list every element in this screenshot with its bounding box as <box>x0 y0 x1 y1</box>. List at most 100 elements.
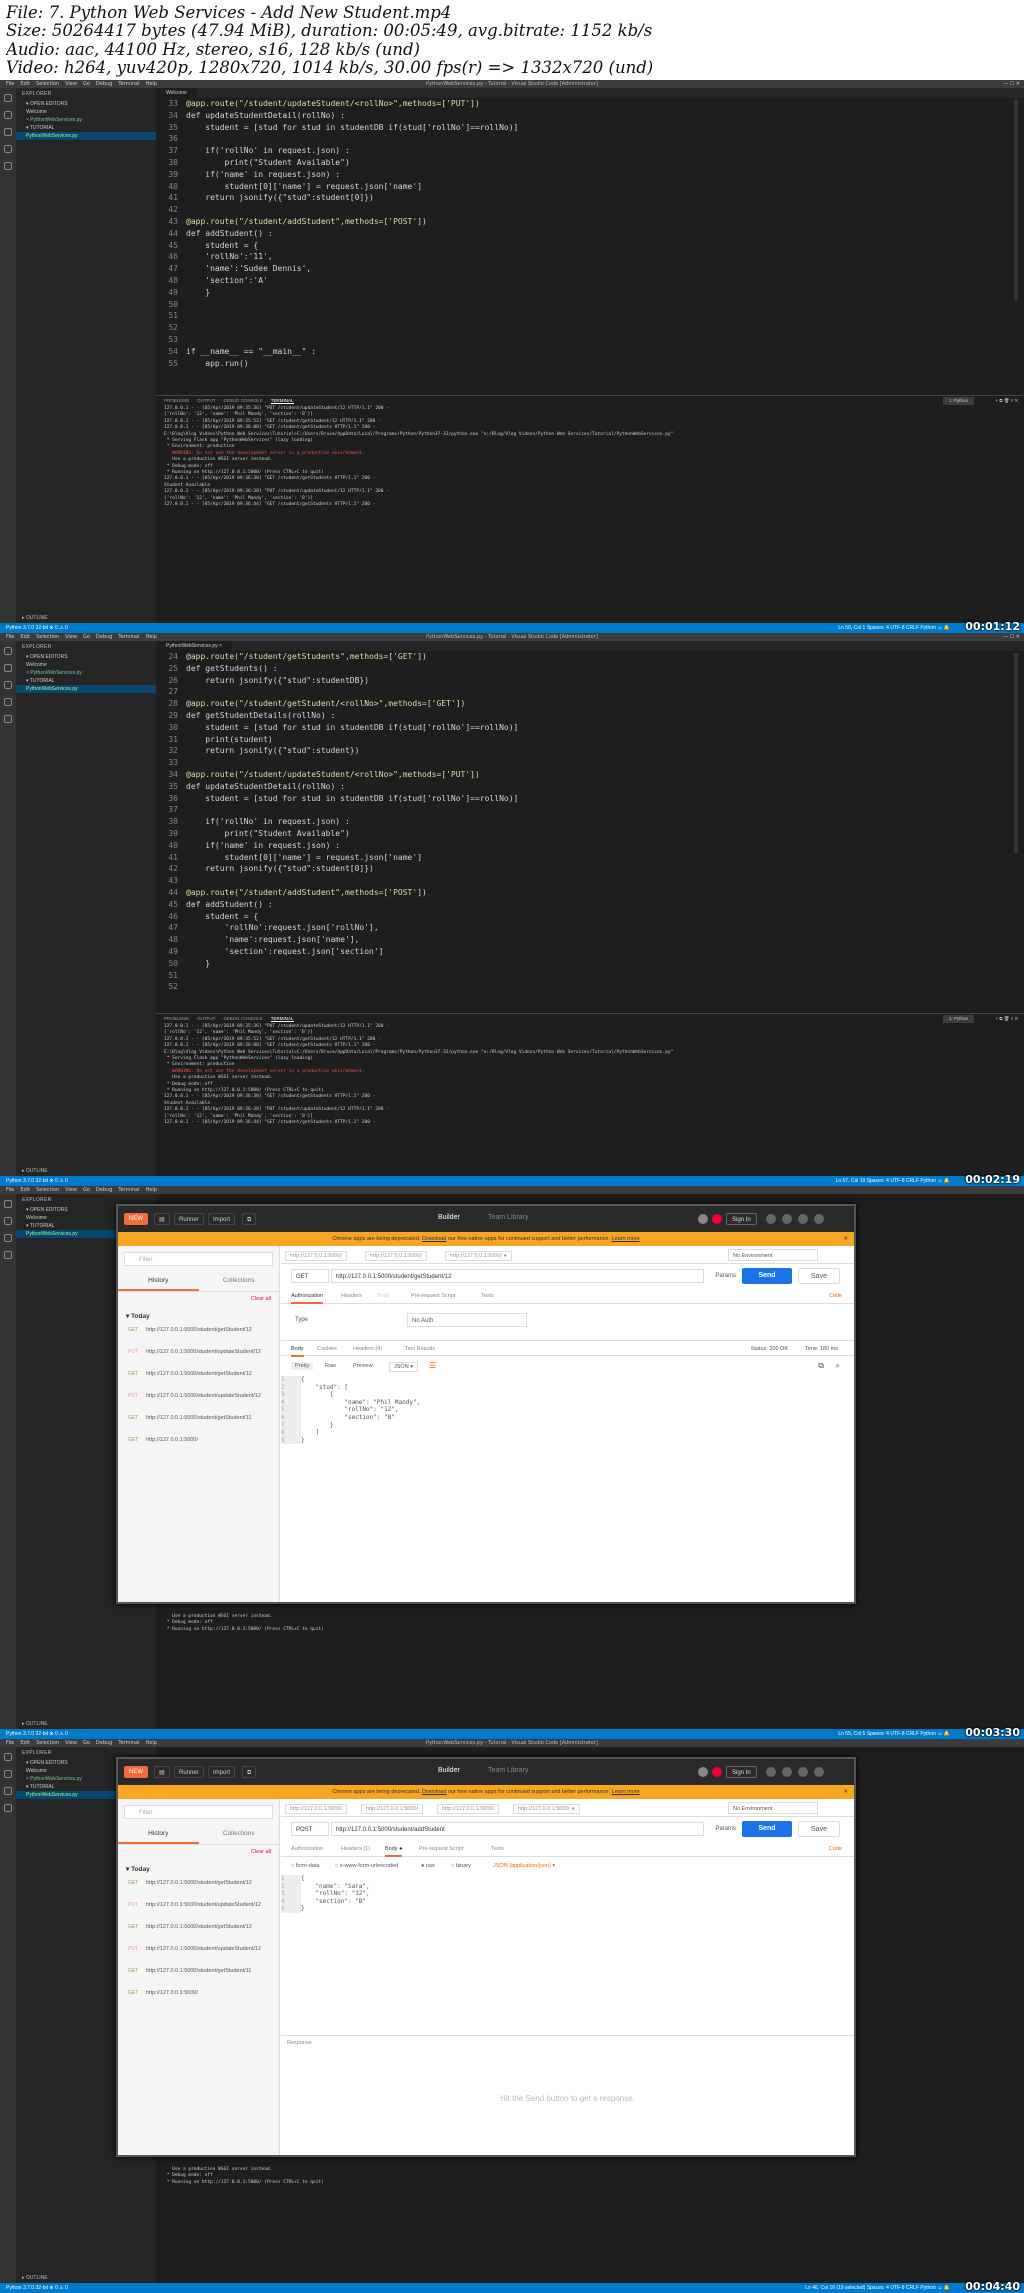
method-select[interactable]: GET <box>291 1269 329 1283</box>
code-line[interactable]: 48 'section':'A' <box>156 275 1024 287</box>
status-left[interactable]: Python 3.7.0 32-bit ⊗ 0 ⚠ 0 <box>6 2283 68 2293</box>
menu-go[interactable]: Go <box>83 81 90 87</box>
tab-pre-request[interactable]: Pre-request Script <box>419 1846 463 1852</box>
menu-file[interactable]: File <box>6 634 14 640</box>
code-line[interactable]: 44 @app.route("/student/addStudent",metho… <box>156 887 1024 899</box>
auth-type-select[interactable]: No Auth <box>407 1313 527 1327</box>
tab-collections[interactable]: Collections <box>199 1272 280 1291</box>
code-line[interactable]: 49 'section':request.json['section'] <box>156 946 1024 958</box>
code-line[interactable]: 3 { <box>281 1391 854 1399</box>
code-line[interactable]: 33 @app.route("/student/updateStudent/<ro… <box>156 98 1024 110</box>
menu-file[interactable]: File <box>6 81 14 87</box>
outline-section[interactable]: ▸ OUTLINE <box>22 1168 48 1174</box>
explorer-icon[interactable] <box>4 647 12 655</box>
request-body-editor[interactable]: 1{2 "name": "Sara", 3 "rollNo": "32", 4 "s… <box>281 1875 854 2035</box>
code-area[interactable]: 24 @app.route("/student/getStudents",meth… <box>156 651 1024 993</box>
new-button[interactable]: NEW <box>124 1213 148 1225</box>
request-tab[interactable]: http://127.0.0.1:5000/ <box>437 1804 499 1814</box>
history-item[interactable]: GET http://127.0.0.1:5000/student/getStud… <box>118 1877 279 1899</box>
request-tab[interactable]: http://127.0.0.1:5000/ <box>365 1251 427 1261</box>
menu-help[interactable]: Help <box>146 1187 157 1193</box>
banner-download-link[interactable]: Download <box>422 1789 446 1795</box>
menu-selection[interactable]: Selection <box>36 1740 59 1746</box>
status-left[interactable]: Python 3.7.0 32-bit ⊗ 0 ⚠ 0 <box>6 623 68 633</box>
send-button[interactable]: Send <box>742 1821 792 1837</box>
builder-tab[interactable]: Builder <box>438 1767 460 1774</box>
tab-body[interactable]: Body <box>377 1293 390 1299</box>
status-left[interactable]: Python 3.7.0 32-bit ⊗ 0 ⚠ 0 <box>6 1729 68 1739</box>
debug-icon[interactable] <box>4 1251 12 1259</box>
menu-debug[interactable]: Debug <box>96 1740 112 1746</box>
terminal-select[interactable]: 1: Python <box>942 397 974 405</box>
code-line[interactable]: 36 <box>156 133 1024 145</box>
sync-icon[interactable] <box>698 1214 708 1224</box>
close-icon[interactable]: ✕ <box>843 1232 848 1246</box>
code-line[interactable]: 42 <box>156 204 1024 216</box>
code-line[interactable]: 1{ <box>281 1376 854 1384</box>
code-line[interactable]: 53 <box>156 334 1024 346</box>
code-line[interactable]: 50 <box>156 299 1024 311</box>
code-line[interactable]: 31 print(student) <box>156 734 1024 746</box>
save-button[interactable]: Save <box>798 1821 840 1837</box>
code-line[interactable]: 51 <box>156 310 1024 322</box>
code-line[interactable]: 34 def updateStudentDetail(rollNo) : <box>156 110 1024 122</box>
code-line[interactable]: 48 'name':request.json['name'], <box>156 934 1024 946</box>
interceptor-icon[interactable] <box>712 1767 722 1777</box>
open-editors-section[interactable]: ▾ OPEN EDITORS <box>16 653 156 661</box>
binary-radio[interactable]: ○ binary <box>451 1863 471 1869</box>
code-line[interactable]: 24 @app.route("/student/getStudents",meth… <box>156 651 1024 663</box>
menu-help[interactable]: Help <box>146 634 157 640</box>
response-body[interactable]: 1{2 "stud": [3 {4 "name": "Phil Mandy", 5… <box>281 1376 854 1445</box>
request-tab[interactable]: http://127.0.0.1:5000/ ● <box>445 1251 512 1261</box>
code-line[interactable]: 40 if('name' in request.json) : <box>156 840 1024 852</box>
request-tab[interactable]: http://127.0.0.1:5000/ <box>285 1804 347 1814</box>
tab-problems[interactable]: PROBLEMS <box>164 1016 189 1021</box>
bell-icon[interactable] <box>782 1214 792 1224</box>
tab-terminal[interactable]: TERMINAL <box>270 1016 294 1022</box>
code-line[interactable]: 45 student = { <box>156 240 1024 252</box>
params-button[interactable]: Params <box>715 1822 736 1836</box>
preview-button[interactable]: Preview <box>349 1362 377 1370</box>
code-link[interactable]: Code <box>829 1293 842 1299</box>
history-item[interactable]: PUT http://127.0.0.1:5000/student/updateS… <box>118 1346 279 1368</box>
code-line[interactable]: 44 def addStudent() : <box>156 228 1024 240</box>
status-right[interactable]: Ln 50, Col 1 Spaces: 4 UTF-8 CRLF Python… <box>838 623 950 633</box>
tab-problems[interactable]: PROBLEMS <box>164 398 189 403</box>
code-line[interactable]: 37 <box>156 804 1024 816</box>
close-icon[interactable]: ✕ <box>843 1785 848 1799</box>
request-tab[interactable]: http://127.0.0.1:5000/ ● <box>513 1804 580 1814</box>
tab-response-headers[interactable]: Headers (4) <box>353 1346 382 1352</box>
explorer-icon[interactable] <box>4 94 12 102</box>
menu-selection[interactable]: Selection <box>36 1187 59 1193</box>
code-line[interactable]: 41 return jsonify({"stud":student[0]}) <box>156 192 1024 204</box>
search-icon[interactable] <box>4 111 12 119</box>
code-line[interactable]: 2 "name": "Sara", <box>281 1882 854 1891</box>
code-line[interactable]: 4 "name": "Phil Mandy", <box>281 1398 854 1407</box>
debug-icon[interactable] <box>4 698 12 706</box>
explorer-icon[interactable] <box>4 1200 12 1208</box>
tutorial-section[interactable]: ▾ TUTORIAL <box>16 677 156 685</box>
history-item[interactable]: GET http://127.0.0.1:5000/ <box>118 1987 279 2009</box>
code-line[interactable]: 51 <box>156 970 1024 982</box>
code-line[interactable]: 9} <box>281 1436 854 1445</box>
history-item[interactable]: PUT http://127.0.0.1:5000/student/updateS… <box>118 1390 279 1412</box>
today-group[interactable]: ▾ Today <box>118 1859 279 1877</box>
menu-debug[interactable]: Debug <box>96 81 112 87</box>
code-line[interactable]: 2 "stud": [ <box>281 1383 854 1392</box>
menu-view[interactable]: View <box>65 634 77 640</box>
urlencoded-radio[interactable]: ○ x-www-form-urlencoded <box>335 1863 398 1869</box>
terminal-output[interactable]: Use a production WSGI server instead. * … <box>156 2167 324 2186</box>
tab-authorization[interactable]: Authorization <box>291 1846 323 1852</box>
code-line[interactable]: 46 student = { <box>156 911 1024 923</box>
today-group[interactable]: ▾ Today <box>118 1306 279 1324</box>
url-input[interactable]: http://127.0.0.1:5000/student/getStudent… <box>331 1269 704 1283</box>
sign-in-button[interactable]: Sign In <box>726 1766 757 1778</box>
minimap[interactable] <box>1014 100 1018 300</box>
layout-toggle-button[interactable]: ▤ <box>154 1213 170 1225</box>
tab-history[interactable]: History <box>118 1272 199 1291</box>
outline-section[interactable]: ▸ OUTLINE <box>22 615 48 621</box>
code-line[interactable]: 38 if('rollNo' in request.json) : <box>156 816 1024 828</box>
open-file-welcome[interactable]: Welcome <box>16 661 156 669</box>
bell-icon[interactable] <box>782 1767 792 1777</box>
tab-tests[interactable]: Tests <box>481 1293 494 1299</box>
